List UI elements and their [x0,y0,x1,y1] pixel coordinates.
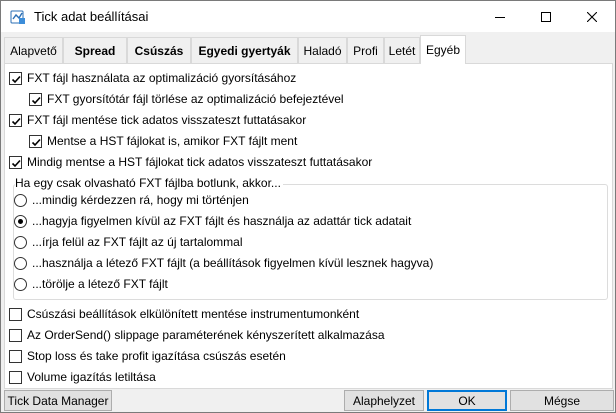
tab-profi[interactable]: Profi [347,37,384,63]
force-ordersend-slippage-label: Az OrderSend() slippage paraméterének ké… [27,328,385,342]
tab-egyedi-gyertyak[interactable]: Egyedi gyertyák [191,37,298,63]
checkbox-checked-icon [9,113,22,127]
checkbox-checked-icon [29,92,42,106]
disable-volume-adjust-checkbox[interactable]: Volume igazítás letiltása [9,370,156,384]
tab-halado[interactable]: Haladó [298,37,347,63]
radio-ignore-fxt[interactable]: ...hagyja figyelmen kívül az FXT fájlt é… [14,214,411,228]
tab-letet[interactable]: Letét [384,37,420,63]
tick-data-app-icon [10,9,26,25]
radio-always-ask-label: ...mindig kérdezzen rá, hogy mi történje… [32,193,249,207]
tab-csuszas[interactable]: Csúszás [127,37,191,63]
save-slippage-per-instrument-checkbox[interactable]: Csúszási beállítások elkülönített mentés… [9,307,359,321]
tab-spread[interactable]: Spread [63,37,127,63]
checkbox-unchecked-icon [9,307,22,321]
save-fxt-label: FXT fájl mentése tick adatos visszateszt… [27,113,307,127]
always-save-hst-label: Mindig mentse a HST fájlokat tick adatos… [27,155,373,169]
use-fxt-label: FXT fájl használata az optimalizáció gyo… [27,71,297,85]
save-slippage-per-instrument-label: Csúszási beállítások elkülönített mentés… [27,307,360,321]
checkbox-checked-icon [9,155,22,169]
tab-panel-egyeb: FXT fájl használata az optimalizáció gyo… [4,63,613,389]
adjust-sl-tp-checkbox[interactable]: Stop loss és take profit igazítása csúsz… [9,349,286,363]
tab-egyeb[interactable]: Egyéb [420,35,466,64]
checkbox-unchecked-icon [9,370,22,384]
cancel-button[interactable]: Mégse [510,390,614,411]
delete-fxt-cache-label: FXT gyorsítótár fájl törlése az optimali… [47,92,344,106]
close-button[interactable] [569,1,615,32]
maximize-icon [541,11,551,22]
ok-button[interactable]: OK [427,390,507,411]
radio-use-existing-fxt-label: ...használja a létező FXT fájlt (a beáll… [32,256,434,270]
radio-ignore-fxt-label: ...hagyja figyelmen kívül az FXT fájlt é… [32,214,412,228]
force-ordersend-slippage-checkbox[interactable]: Az OrderSend() slippage paraméterének ké… [9,328,385,342]
tick-data-manager-button[interactable]: Tick Data Manager [4,390,112,411]
radio-always-ask[interactable]: ...mindig kérdezzen rá, hogy mi történje… [14,193,249,207]
radio-unselected-icon [14,235,27,249]
always-save-hst-checkbox[interactable]: Mindig mentse a HST fájlokat tick adatos… [9,155,372,169]
window-title: Tick adat beállításai [34,9,149,24]
maximize-button[interactable] [523,1,569,32]
tab-alapveto[interactable]: Alapvető [4,37,63,63]
radio-selected-icon [14,214,27,228]
title-bar: Tick adat beállításai [1,1,615,32]
radio-delete-fxt[interactable]: ...törölje a létező FXT fájlt [14,277,168,291]
readonly-fxt-group-title: Ha egy csak olvasható FXT fájlba botlunk… [15,176,283,190]
adjust-sl-tp-label: Stop loss és take profit igazítása csúsz… [27,349,286,363]
defaults-button[interactable]: Alaphelyzet [344,390,424,411]
radio-delete-fxt-label: ...törölje a létező FXT fájlt [32,277,168,291]
minimize-icon [495,16,505,18]
save-hst-checkbox[interactable]: Mentse a HST fájlokat is, amikor FXT fáj… [29,134,297,148]
delete-fxt-cache-checkbox[interactable]: FXT gyorsítótár fájl törlése az optimali… [29,92,344,106]
checkbox-checked-icon [9,71,22,85]
radio-use-existing-fxt[interactable]: ...használja a létező FXT fájlt (a beáll… [14,256,433,270]
save-hst-label: Mentse a HST fájlokat is, amikor FXT fáj… [47,134,298,148]
radio-overwrite-fxt[interactable]: ...írja felül az FXT fájlt az új tartalo… [14,235,243,249]
settings-window: Tick adat beállításai Alapvető Spread Cs… [0,0,616,413]
disable-volume-adjust-label: Volume igazítás letiltása [27,370,156,384]
checkbox-unchecked-icon [9,328,22,342]
tab-strip: Alapvető Spread Csúszás Egyedi gyertyák … [4,35,614,64]
radio-unselected-icon [14,193,27,207]
checkbox-unchecked-icon [9,349,22,363]
use-fxt-checkbox[interactable]: FXT fájl használata az optimalizáció gyo… [9,71,296,85]
radio-unselected-icon [14,277,27,291]
save-fxt-checkbox[interactable]: FXT fájl mentése tick adatos visszateszt… [9,113,306,127]
minimize-button[interactable] [477,1,523,32]
checkbox-checked-icon [29,134,42,148]
radio-unselected-icon [14,256,27,270]
close-icon [587,11,597,22]
radio-overwrite-fxt-label: ...írja felül az FXT fájlt az új tartalo… [32,235,243,249]
